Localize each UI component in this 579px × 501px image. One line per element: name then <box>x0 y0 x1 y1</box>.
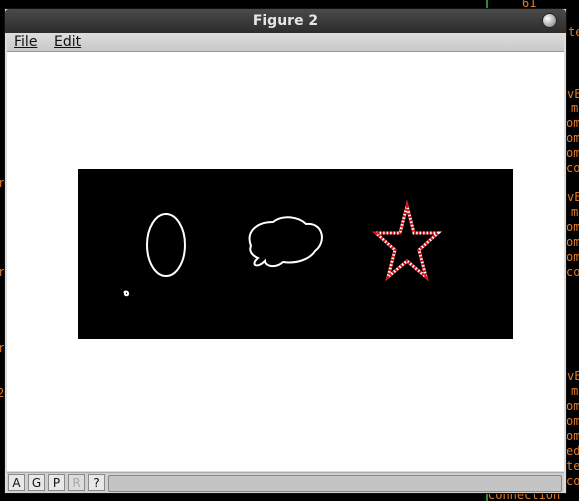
terminal-text: om <box>566 250 579 264</box>
figure-window: Figure 2 File Edit A G P R ? <box>5 9 566 493</box>
window-title: Figure 2 <box>252 13 319 29</box>
terminal-text: co <box>566 265 579 279</box>
figure-canvas[interactable] <box>7 52 564 471</box>
figure-toolbar: A G P R ? <box>7 472 564 493</box>
terminal-text: te <box>566 459 579 473</box>
terminal-text: om <box>566 131 579 145</box>
terminal-text: om <box>566 146 579 160</box>
menu-file[interactable]: File <box>14 33 37 51</box>
menu-bar: File Edit <box>7 33 564 52</box>
terminal-text: om <box>566 429 579 443</box>
terminal-text: te <box>568 25 579 39</box>
image-background <box>78 169 513 339</box>
toolbar-button-a[interactable]: A <box>8 474 25 491</box>
terminal-text: ed <box>566 444 579 458</box>
help-button[interactable]: ? <box>88 474 105 491</box>
toolbar-button-r: R <box>68 474 85 491</box>
terminal-text: m <box>571 101 579 115</box>
close-icon[interactable] <box>543 14 556 27</box>
terminal-text: m <box>571 205 579 219</box>
terminal-text: om <box>566 220 579 234</box>
terminal-text-left: 2 <box>0 386 5 400</box>
figure-image <box>78 169 513 339</box>
terminal-divider <box>486 0 488 9</box>
status-field <box>108 475 562 492</box>
menu-edit[interactable]: Edit <box>54 33 81 51</box>
terminal-text: om <box>566 399 579 413</box>
terminal-text: om <box>566 235 579 249</box>
terminal-text: om <box>566 116 579 130</box>
terminal-text: vE <box>567 190 579 204</box>
terminal-text: m <box>571 384 579 398</box>
terminal-text: co <box>566 474 579 488</box>
terminal-text: co <box>566 161 579 175</box>
toolbar-button-g[interactable]: G <box>28 474 45 491</box>
toolbar-button-p[interactable]: P <box>48 474 65 491</box>
terminal-text: vE <box>567 87 579 101</box>
window-titlebar[interactable]: Figure 2 <box>5 9 566 33</box>
menu-edit-label: Edit <box>54 34 82 50</box>
terminal-text: om <box>566 414 579 428</box>
terminal-text: vE <box>567 369 579 383</box>
menu-file-label: File <box>14 34 38 50</box>
